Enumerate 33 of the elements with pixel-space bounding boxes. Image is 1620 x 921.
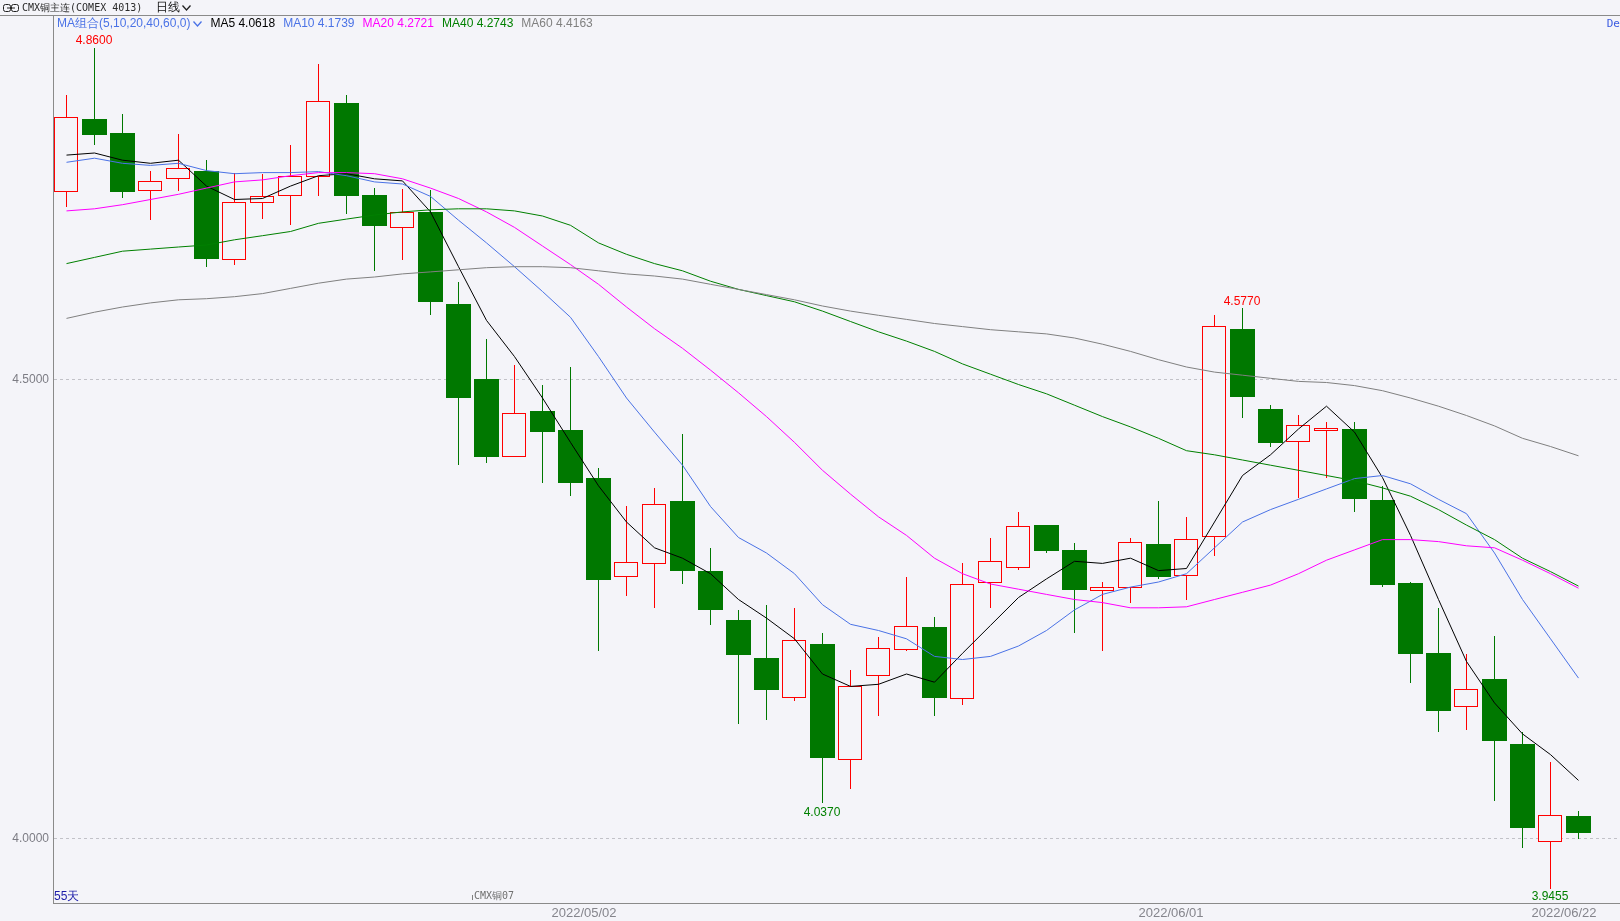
instrument-title: CMX铜主连(COMEX 4013) [22,1,143,15]
period-dropdown[interactable]: 日线 [156,0,192,15]
truncated-label: De [1606,16,1620,31]
hollow-candlestick [1118,537,1142,604]
price-extreme-label: 3.9455 [1531,889,1569,903]
hollow-candlestick [166,133,190,192]
price-extreme-label: 4.5770 [1223,294,1261,308]
hollow-candlestick [138,170,162,221]
hollow-candlestick [978,537,1002,609]
legend-value: MA10 4.1739 [283,16,355,31]
solid-candlestick [1258,404,1283,448]
hollow-candlestick [1314,421,1338,479]
solid-candlestick [1566,810,1591,840]
date-axis-label: 2022/05/02 [551,905,617,920]
link-icon [3,3,19,12]
hollow-candlestick [1006,511,1030,571]
price-axis-label: 4.0000 [12,831,49,845]
tick-mark-icon [472,895,473,900]
solid-candlestick [1034,524,1059,554]
legend-value: MA60 4.4163 [521,16,593,31]
price-extreme-label: 4.8600 [75,33,113,47]
legend-value: MA40 4.2743 [441,16,514,31]
hollow-candlestick [250,173,274,220]
price-axis-label: 4.5000 [12,372,49,386]
legend-value: MA20 4.2721 [362,16,434,31]
date-axis-label: 2022/06/22 [1531,905,1597,920]
legend-value: MA5 4.0618 [210,16,276,31]
price-extreme-label: 4.0370 [803,805,841,819]
date-axis-label: 2022/06/01 [1138,905,1204,920]
period-count-label: 55天 [54,889,80,903]
contract-label: CMX铜07 [474,889,515,902]
indicator-dropdown[interactable]: MA组合(5,10,20,40,60,0) [57,16,203,31]
hollow-candlestick [1090,581,1114,652]
